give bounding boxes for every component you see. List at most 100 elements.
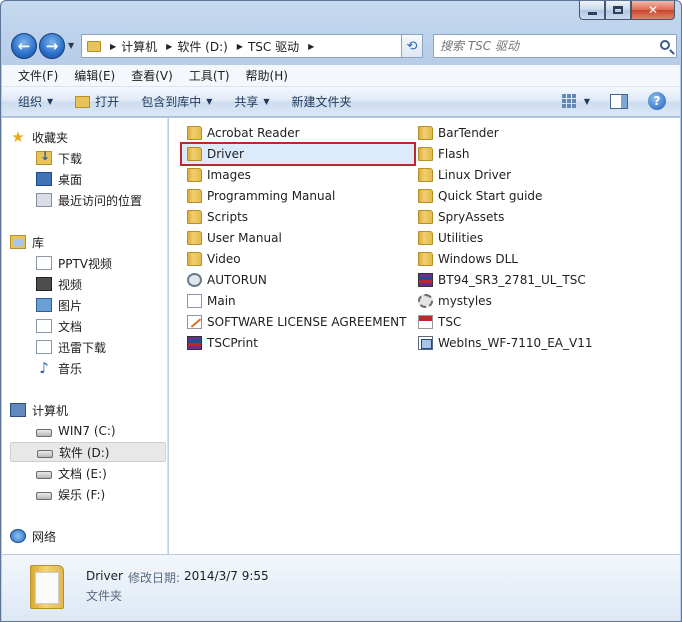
file-item[interactable]: SpryAssets bbox=[418, 207, 504, 227]
sidebar-item-pictures[interactable]: 图片 bbox=[36, 295, 82, 315]
arrow-right-icon: → bbox=[45, 37, 59, 55]
sidebar-item-drive-e[interactable]: 文档 (E:) bbox=[36, 463, 107, 483]
file-item[interactable]: Quick Start guide bbox=[418, 186, 542, 206]
file-name: TSCPrint bbox=[207, 336, 258, 350]
archive-icon bbox=[187, 336, 202, 350]
breadcrumb-drive-d[interactable]: 软件 (D:) bbox=[177, 38, 227, 55]
search-box[interactable] bbox=[433, 34, 677, 58]
back-button[interactable]: ← bbox=[11, 33, 37, 59]
detail-modified-value: 2014/3/7 9:55 bbox=[184, 569, 269, 583]
file-item[interactable]: User Manual bbox=[187, 228, 282, 248]
sidebar-item-desktop[interactable]: 桌面 bbox=[36, 169, 82, 189]
file-item[interactable]: Main bbox=[187, 291, 236, 311]
file-item[interactable]: BarTender bbox=[418, 123, 499, 143]
menu-edit[interactable]: 编辑(E) bbox=[66, 67, 123, 84]
file-item[interactable]: Images bbox=[187, 165, 251, 185]
drive-icon bbox=[36, 429, 52, 437]
detail-name: Driver bbox=[86, 569, 123, 583]
share-button[interactable]: 共享 ▼ bbox=[234, 93, 269, 110]
help-icon[interactable]: ? bbox=[648, 92, 666, 110]
chevron-right-icon[interactable]: ▶ bbox=[166, 42, 172, 51]
menu-help[interactable]: 帮助(H) bbox=[238, 67, 296, 84]
search-icon[interactable] bbox=[660, 40, 670, 50]
file-item[interactable]: Linux Driver bbox=[418, 165, 511, 185]
sidebar-item-libraries[interactable]: 库 bbox=[10, 232, 44, 252]
refresh-icon: ⟲ bbox=[406, 38, 418, 54]
folder-icon bbox=[418, 126, 433, 140]
file-item[interactable]: Utilities bbox=[418, 228, 483, 248]
maximize-button[interactable] bbox=[605, 1, 631, 20]
file-name: Driver bbox=[207, 147, 244, 161]
sidebar-item-favorites[interactable]: ★ 收藏夹 bbox=[10, 127, 68, 147]
folder-icon bbox=[418, 189, 433, 203]
breadcrumb-tsc-driver[interactable]: TSC 驱动 bbox=[248, 38, 299, 55]
file-item[interactable]: AUTORUN bbox=[187, 270, 267, 290]
search-input[interactable] bbox=[440, 39, 640, 53]
breadcrumb-computer[interactable]: 计算机 bbox=[121, 38, 157, 55]
menu-view[interactable]: 查看(V) bbox=[123, 67, 181, 84]
view-controls: ▼ ? bbox=[561, 92, 666, 110]
sidebar-item-music[interactable]: ♪ 音乐 bbox=[36, 358, 82, 378]
preview-pane-icon[interactable] bbox=[610, 93, 628, 109]
recent-places-icon bbox=[36, 193, 52, 207]
document-icon bbox=[36, 319, 52, 333]
file-item[interactable]: WebIns_WF-7110_EA_V11 bbox=[418, 333, 592, 353]
view-mode-dropdown[interactable]: ▼ bbox=[584, 97, 590, 106]
sidebar-item-xunlei[interactable]: 迅雷下载 bbox=[36, 337, 106, 357]
view-mode-icon[interactable] bbox=[561, 93, 578, 109]
file-item[interactable]: Scripts bbox=[187, 207, 248, 227]
new-folder-button[interactable]: 新建文件夹 bbox=[292, 93, 352, 110]
sidebar-item-label: 计算机 bbox=[32, 403, 69, 418]
minimize-button[interactable] bbox=[579, 1, 605, 20]
file-item[interactable]: Flash bbox=[418, 144, 469, 164]
file-name: Video bbox=[207, 252, 241, 266]
caption-buttons: ✕ bbox=[579, 1, 675, 21]
sidebar-item-label: 迅雷下载 bbox=[58, 340, 107, 355]
sidebar-item-network[interactable]: 网络 bbox=[10, 526, 56, 546]
network-icon bbox=[10, 529, 26, 543]
recent-pages-dropdown[interactable]: ▼ bbox=[68, 41, 74, 50]
folder-icon bbox=[187, 231, 202, 245]
file-item[interactable]: Acrobat Reader bbox=[187, 123, 300, 143]
file-item[interactable]: Video bbox=[187, 249, 241, 269]
chevron-right-icon[interactable]: ▶ bbox=[308, 42, 314, 51]
folder-icon bbox=[418, 168, 433, 182]
sidebar-item-documents[interactable]: 文档 bbox=[36, 316, 82, 336]
file-item[interactable]: SOFTWARE LICENSE AGREEMENT bbox=[187, 312, 406, 332]
file-name: Scripts bbox=[207, 210, 249, 224]
sidebar-item-label: 视频 bbox=[58, 277, 83, 292]
sidebar-item-downloads[interactable]: 下载 bbox=[36, 148, 82, 168]
menu-file[interactable]: 文件(F) bbox=[10, 67, 66, 84]
sidebar-item-drive-c[interactable]: WIN7 (C:) bbox=[36, 421, 116, 441]
sidebar-item-drive-f[interactable]: 娱乐 (F:) bbox=[36, 484, 105, 504]
close-icon: ✕ bbox=[647, 3, 659, 17]
include-in-library-button[interactable]: 包含到库中 ▼ bbox=[141, 93, 212, 110]
file-item[interactable]: BT94_SR3_2781_UL_TSC bbox=[418, 270, 586, 290]
file-item-selected[interactable]: Driver bbox=[180, 142, 416, 166]
file-item[interactable]: Programming Manual bbox=[187, 186, 335, 206]
sidebar-item-drive-d[interactable]: 软件 (D:) bbox=[10, 442, 166, 462]
sidebar-item-label: 文档 (E:) bbox=[58, 466, 107, 481]
license-file-icon bbox=[187, 315, 202, 329]
address-bar[interactable]: ▶计算机 ▶软件 (D:) ▶TSC 驱动 ▶ ▼ bbox=[81, 34, 423, 58]
file-item[interactable]: Windows DLL bbox=[418, 249, 518, 269]
forward-button[interactable]: → bbox=[39, 33, 65, 59]
sidebar-item-label: 图片 bbox=[58, 298, 83, 313]
refresh-button[interactable]: ⟲ bbox=[401, 34, 423, 58]
sidebar-item-pptv[interactable]: PPTV视频 bbox=[36, 253, 112, 273]
file-item[interactable]: mystyles bbox=[418, 291, 492, 311]
open-button[interactable]: 打开 bbox=[75, 93, 119, 110]
menu-tools[interactable]: 工具(T) bbox=[181, 67, 238, 84]
close-button[interactable]: ✕ bbox=[631, 1, 675, 20]
file-item[interactable]: TSC bbox=[418, 312, 461, 332]
file-item[interactable]: TSCPrint bbox=[187, 333, 258, 353]
folder-icon bbox=[87, 40, 101, 52]
sidebar-item-videos[interactable]: 视频 bbox=[36, 274, 82, 294]
sidebar-item-computer[interactable]: 计算机 bbox=[10, 400, 68, 420]
chevron-right-icon[interactable]: ▶ bbox=[237, 42, 243, 51]
file-name: Main bbox=[207, 294, 236, 308]
sidebar-item-recent[interactable]: 最近访问的位置 bbox=[36, 190, 142, 210]
sidebar-item-label: WIN7 (C:) bbox=[58, 424, 116, 438]
chevron-right-icon[interactable]: ▶ bbox=[110, 42, 116, 51]
organize-button[interactable]: 组织 ▼ bbox=[18, 93, 53, 110]
